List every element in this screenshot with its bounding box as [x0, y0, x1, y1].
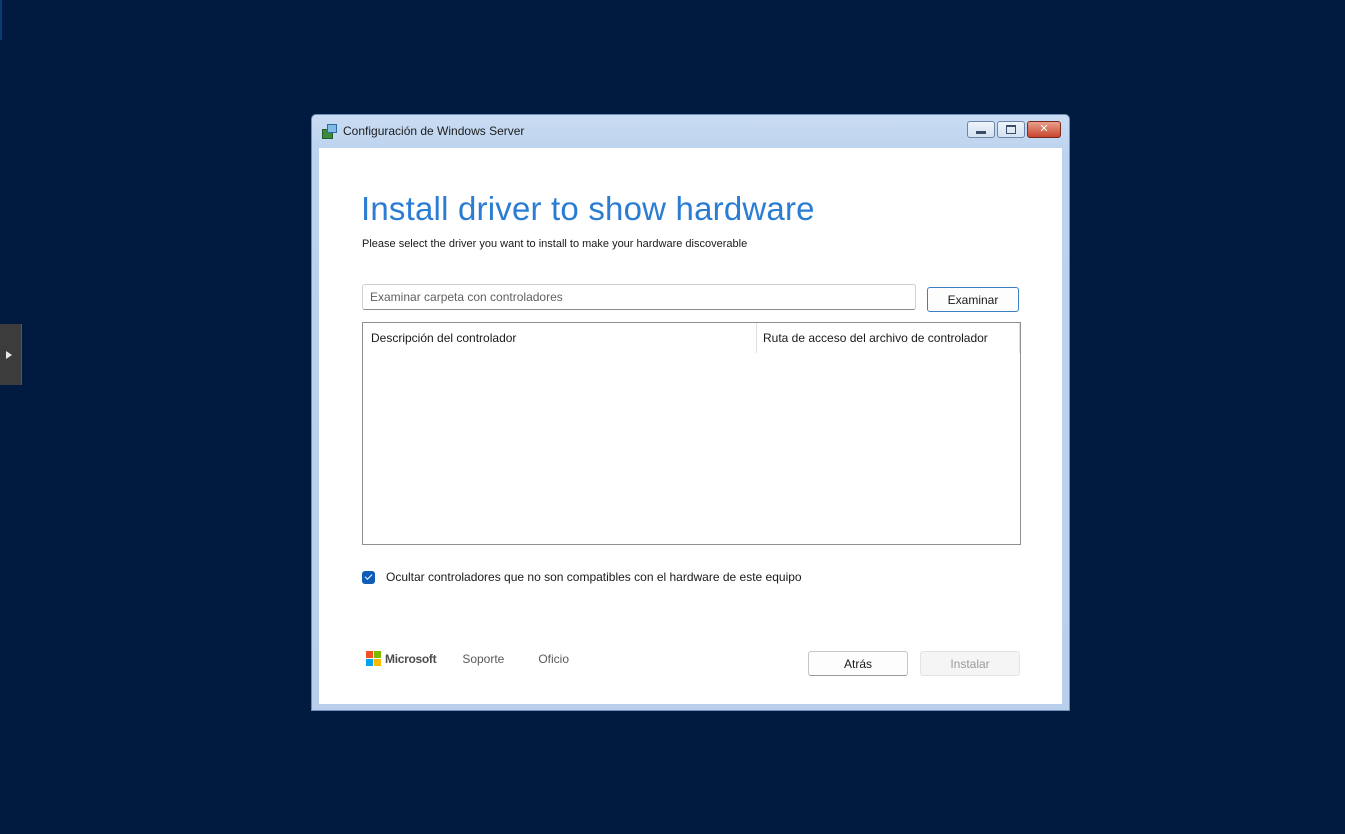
page-subtitle: Please select the driver you want to ins…	[362, 238, 748, 250]
maximize-icon	[1006, 125, 1016, 134]
driver-list-table[interactable]: Descripción del controlador Ruta de acce…	[362, 322, 1021, 545]
browse-button[interactable]: Examinar	[927, 287, 1019, 312]
play-arrow-icon	[5, 350, 12, 359]
minimize-icon	[976, 131, 986, 134]
setup-window: Configuración de Windows Server ✕ Instal…	[311, 114, 1070, 711]
hide-incompatible-option: Ocultar controladores que no son compati…	[362, 570, 802, 584]
desktop-edge-line	[0, 0, 2, 40]
maximize-button[interactable]	[997, 121, 1025, 138]
column-header-description[interactable]: Descripción del controlador	[363, 323, 757, 353]
footer-links: Microsoft Soporte Oficio	[366, 651, 569, 666]
close-icon: ✕	[1039, 123, 1049, 135]
window-title: Configuración de Windows Server	[343, 124, 525, 138]
back-button[interactable]: Atrás	[808, 651, 908, 676]
close-button[interactable]: ✕	[1027, 121, 1061, 138]
minimize-button[interactable]	[967, 121, 995, 138]
microsoft-logo-icon	[366, 651, 381, 666]
checkmark-icon	[364, 572, 373, 580]
page-title: Install driver to show hardware	[361, 190, 815, 227]
table-header: Descripción del controlador Ruta de acce…	[363, 323, 1020, 353]
microsoft-brand: Microsoft	[385, 651, 437, 666]
column-header-file-path[interactable]: Ruta de acceso del archivo de controlado…	[757, 323, 1020, 353]
hide-incompatible-checkbox[interactable]	[362, 570, 375, 584]
driver-folder-input[interactable]	[362, 284, 916, 310]
logo-square-yellow	[374, 659, 381, 666]
legal-link[interactable]: Oficio	[538, 652, 569, 666]
logo-square-red	[366, 651, 373, 658]
logo-square-blue	[366, 659, 373, 666]
logo-square-green	[374, 651, 381, 658]
support-link[interactable]: Soporte	[462, 652, 504, 666]
side-panel-toggle[interactable]	[0, 324, 22, 385]
window-controls: ✕	[967, 121, 1061, 138]
hide-incompatible-label[interactable]: Ocultar controladores que no son compati…	[386, 570, 802, 584]
install-button[interactable]: Instalar	[920, 651, 1020, 676]
title-bar[interactable]: Configuración de Windows Server ✕	[312, 115, 1069, 147]
window-content: Install driver to show hardware Please s…	[319, 148, 1062, 704]
setup-app-icon	[321, 124, 337, 139]
